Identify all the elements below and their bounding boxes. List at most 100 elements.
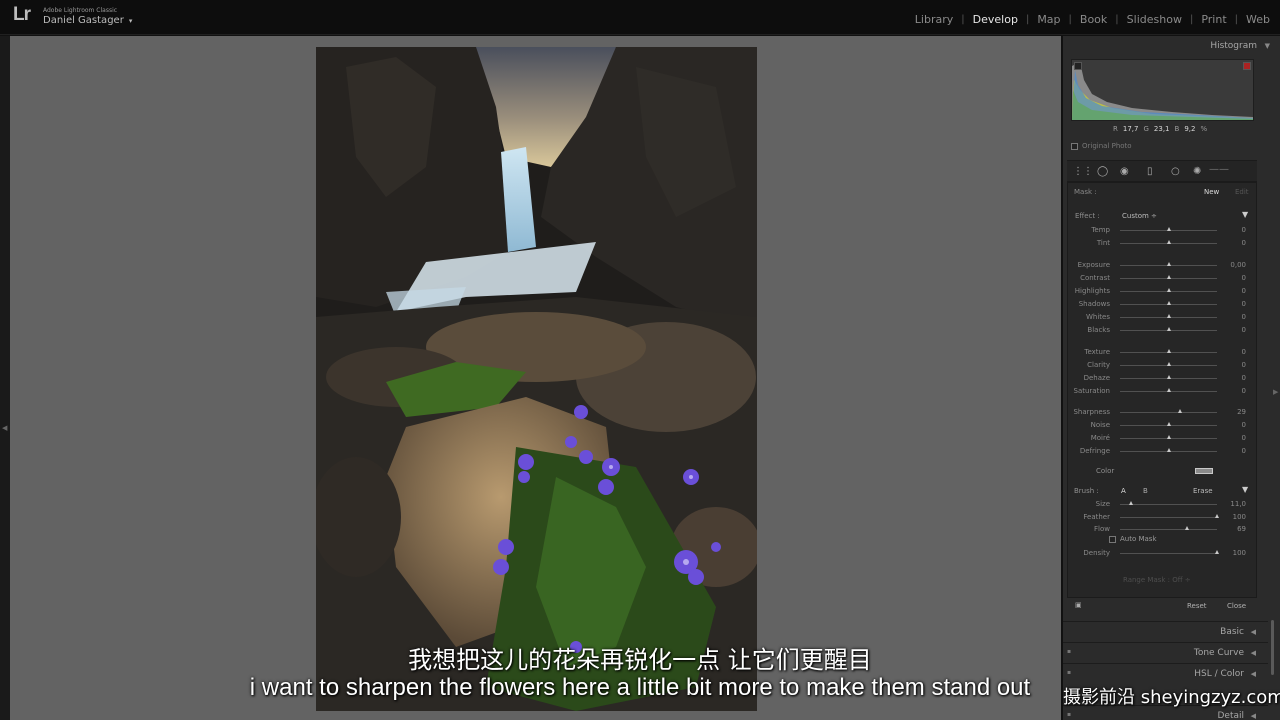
brush-b-button[interactable]: B: [1143, 487, 1148, 495]
slider-brush-feather[interactable]: Feather 100: [1063, 513, 1258, 523]
slider-value[interactable]: 0,00: [1223, 261, 1246, 269]
triangle-left-icon[interactable]: ◀: [2, 424, 7, 432]
slider-value[interactable]: 0: [1223, 374, 1246, 382]
brush-erase-button[interactable]: Erase: [1193, 487, 1213, 495]
slider-value[interactable]: 69: [1223, 525, 1246, 533]
slider-knob[interactable]: [1215, 514, 1219, 518]
slider-exposure[interactable]: Exposure 0,00: [1063, 261, 1258, 271]
reset-button[interactable]: Reset: [1187, 602, 1207, 610]
module-develop[interactable]: Develop: [973, 13, 1018, 26]
slider-value[interactable]: 0: [1223, 226, 1246, 234]
image-canvas[interactable]: [10, 36, 1061, 720]
triangle-down-icon[interactable]: ▼: [1265, 42, 1270, 50]
slider-value[interactable]: 0: [1223, 313, 1246, 321]
shadow-clipping-icon[interactable]: [1074, 62, 1082, 70]
slider-knob[interactable]: [1166, 448, 1171, 452]
slider-value[interactable]: 29: [1223, 408, 1246, 416]
slider-brush-flow[interactable]: Flow 69: [1063, 525, 1258, 535]
photo-preview[interactable]: [316, 47, 757, 711]
identity-plate[interactable]: Daniel Gastager ▾: [43, 15, 132, 26]
slider-value[interactable]: 100: [1223, 513, 1246, 521]
slider-knob[interactable]: [1166, 388, 1171, 392]
radial-filter-icon[interactable]: ○: [1171, 166, 1180, 177]
module-web[interactable]: Web: [1246, 13, 1270, 26]
slider-value[interactable]: 11,0: [1223, 500, 1246, 508]
adjustment-brush-icon[interactable]: ✺: [1193, 166, 1201, 177]
slider-knob[interactable]: [1166, 262, 1171, 266]
module-slideshow[interactable]: Slideshow: [1127, 13, 1182, 26]
slider-knob[interactable]: [1166, 349, 1171, 353]
module-library[interactable]: Library: [915, 13, 953, 26]
slider-value[interactable]: 0: [1223, 348, 1246, 356]
slider-knob[interactable]: [1184, 526, 1189, 530]
highlight-clipping-icon[interactable]: [1243, 62, 1251, 70]
range-mask-select[interactable]: Range Mask : Off ÷: [1123, 576, 1191, 584]
triangle-down-icon[interactable]: ▼: [1242, 485, 1248, 494]
crop-overlay-icon[interactable]: ⋮⋮: [1073, 166, 1093, 177]
slider-dehaze[interactable]: Dehaze 0: [1063, 374, 1258, 384]
slider-texture[interactable]: Texture 0: [1063, 348, 1258, 358]
slider-track[interactable]: [1120, 517, 1217, 518]
slider-knob[interactable]: [1166, 275, 1171, 279]
slider-value[interactable]: 0: [1223, 287, 1246, 295]
slider-knob[interactable]: [1166, 314, 1171, 318]
effect-preset-select[interactable]: Custom ÷: [1122, 212, 1157, 220]
module-book[interactable]: Book: [1080, 13, 1107, 26]
slider-value[interactable]: 0: [1223, 434, 1246, 442]
slider-track[interactable]: [1120, 412, 1217, 413]
slider-value[interactable]: 0: [1223, 421, 1246, 429]
slider-track[interactable]: [1120, 553, 1217, 554]
slider-value[interactable]: 0: [1223, 274, 1246, 282]
mask-edit-button[interactable]: Edit: [1235, 188, 1249, 196]
slider-knob[interactable]: [1166, 301, 1171, 305]
slider-value[interactable]: 100: [1223, 549, 1246, 557]
slider-shadows[interactable]: Shadows 0: [1063, 300, 1258, 310]
histogram-title[interactable]: Histogram: [1210, 41, 1257, 51]
slider-sharpness[interactable]: Sharpness 29: [1063, 408, 1258, 418]
slider-knob[interactable]: [1128, 501, 1133, 505]
slider-knob[interactable]: [1166, 227, 1171, 231]
brush-a-button[interactable]: A: [1121, 487, 1126, 495]
slider-knob[interactable]: [1166, 435, 1171, 439]
section-basic[interactable]: Basic ◀: [1063, 621, 1268, 641]
slider-knob[interactable]: [1215, 550, 1219, 554]
close-button[interactable]: Close: [1227, 602, 1246, 610]
slider-noise[interactable]: Noise 0: [1063, 421, 1258, 431]
slider-brush-size[interactable]: Size 11,0: [1063, 500, 1258, 510]
checkbox-icon[interactable]: [1071, 142, 1078, 150]
slider-knob[interactable]: [1166, 327, 1171, 331]
slider-knob[interactable]: [1166, 288, 1171, 292]
mask-new-button[interactable]: New: [1204, 188, 1219, 196]
slider-whites[interactable]: Whites 0: [1063, 313, 1258, 323]
histogram[interactable]: [1071, 59, 1254, 121]
slider-moir[interactable]: Moiré 0: [1063, 434, 1258, 444]
slider-knob[interactable]: [1166, 422, 1171, 426]
graduated-filter-icon[interactable]: ▯: [1147, 166, 1153, 177]
slider-value[interactable]: 0: [1223, 326, 1246, 334]
slider-highlights[interactable]: Highlights 0: [1063, 287, 1258, 297]
slider-tint[interactable]: Tint 0: [1063, 239, 1258, 249]
slider-value[interactable]: 0: [1223, 387, 1246, 395]
panel-switch-icon[interactable]: ▪: [1067, 711, 1071, 718]
auto-mask-toggle[interactable]: Auto Mask: [1109, 535, 1157, 543]
slider-saturation[interactable]: Saturation 0: [1063, 387, 1258, 397]
slider-defringe[interactable]: Defringe 0: [1063, 447, 1258, 457]
slider-value[interactable]: 0: [1223, 447, 1246, 455]
spot-removal-icon[interactable]: ◯: [1097, 166, 1108, 177]
slider-knob[interactable]: [1166, 375, 1171, 379]
slider-value[interactable]: 0: [1223, 361, 1246, 369]
panel-toggle-icon[interactable]: ▣: [1075, 601, 1082, 609]
slider-value[interactable]: 0: [1223, 300, 1246, 308]
slider-temp[interactable]: Temp 0: [1063, 226, 1258, 236]
slider-blacks[interactable]: Blacks 0: [1063, 326, 1258, 336]
slider-density[interactable]: Density 100: [1063, 549, 1258, 559]
triangle-down-icon[interactable]: ▼: [1242, 210, 1248, 219]
left-panel-collapsed[interactable]: ◀: [0, 36, 10, 720]
slider-value[interactable]: 0: [1223, 239, 1246, 247]
module-map[interactable]: Map: [1037, 13, 1060, 26]
original-photo-toggle[interactable]: Original Photo: [1071, 142, 1132, 150]
slider-contrast[interactable]: Contrast 0: [1063, 274, 1258, 284]
module-print[interactable]: Print: [1201, 13, 1226, 26]
slider-track[interactable]: [1120, 504, 1217, 505]
slider-track[interactable]: [1120, 529, 1217, 530]
